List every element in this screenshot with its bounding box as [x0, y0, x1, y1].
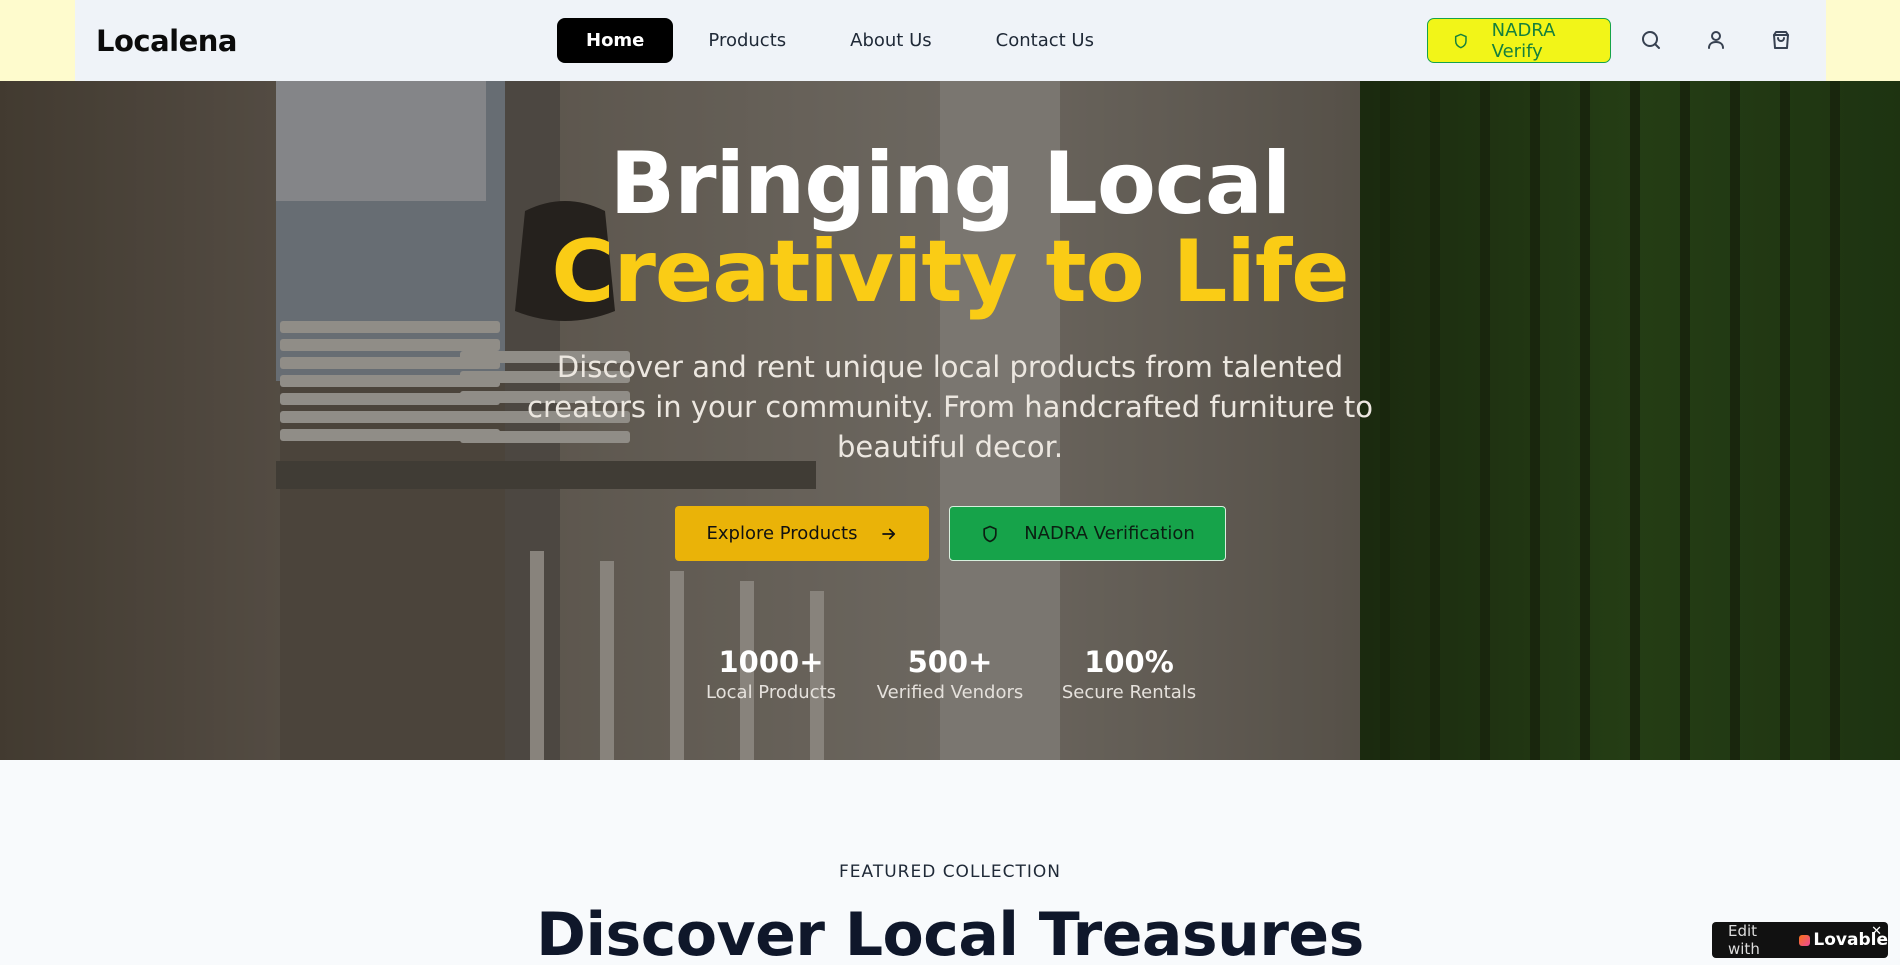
hero-subtitle: Discover and rent unique local products …	[527, 350, 1373, 464]
nav-contact-us[interactable]: Contact Us	[967, 18, 1123, 63]
featured-title: Discover Local Treasures	[536, 900, 1364, 965]
shield-icon	[1454, 33, 1467, 48]
explore-products-button[interactable]: Explore Products	[675, 506, 929, 561]
stat-value: 500+	[907, 645, 993, 679]
nav-home[interactable]: Home	[557, 18, 674, 63]
hero-title-line-2: Creativity to Life	[551, 222, 1349, 322]
featured-eyebrow: FEATURED COLLECTION	[838, 862, 1061, 882]
search-icon[interactable]	[1639, 28, 1663, 52]
stat-value: 1000+	[718, 645, 824, 679]
nadra-verification-label: NADRA Verification	[1024, 523, 1195, 544]
stat-value: 100%	[1084, 645, 1174, 679]
close-icon[interactable]: ✕	[1871, 924, 1882, 939]
nav-about-us[interactable]: About Us	[821, 18, 961, 63]
stat-local-products: 1000+ Local Products	[671, 644, 871, 706]
site-logo[interactable]: Localena	[96, 24, 238, 58]
stat-verified-vendors: 500+ Verified Vendors	[850, 644, 1050, 706]
hero-section: Bringing Local Creativity to Life Discov…	[0, 81, 1900, 760]
nadra-verification-button[interactable]: NADRA Verification	[949, 506, 1226, 561]
user-icon[interactable]	[1704, 28, 1728, 52]
stat-secure-rentals: 100% Secure Rentals	[1029, 644, 1229, 706]
shield-icon	[983, 525, 997, 542]
nadra-verify-label: NADRA Verify	[1491, 19, 1556, 62]
arrow-right-icon	[881, 528, 895, 539]
hero-title-line-1: Bringing Local	[609, 134, 1292, 234]
shopping-bag-icon[interactable]	[1769, 28, 1793, 52]
lovable-logo-icon	[1799, 934, 1811, 946]
site-header: Localena Home Products About Us Contact …	[75, 0, 1826, 81]
stat-label: Local Products	[705, 682, 837, 703]
nav-products[interactable]: Products	[679, 18, 815, 63]
hero-content: Bringing Local Creativity to Life Discov…	[0, 81, 1900, 760]
main-nav: Home Products About Us Contact Us	[557, 18, 1129, 63]
badge-prefix: Edit with	[1728, 922, 1760, 958]
stat-label: Verified Vendors	[876, 682, 1024, 703]
stat-label: Secure Rentals	[1061, 682, 1197, 703]
explore-products-label: Explore Products	[706, 523, 858, 544]
nadra-verify-button[interactable]: NADRA Verify	[1427, 18, 1611, 63]
edit-with-lovable-badge[interactable]: Edit with Lovable ✕	[1712, 922, 1888, 958]
